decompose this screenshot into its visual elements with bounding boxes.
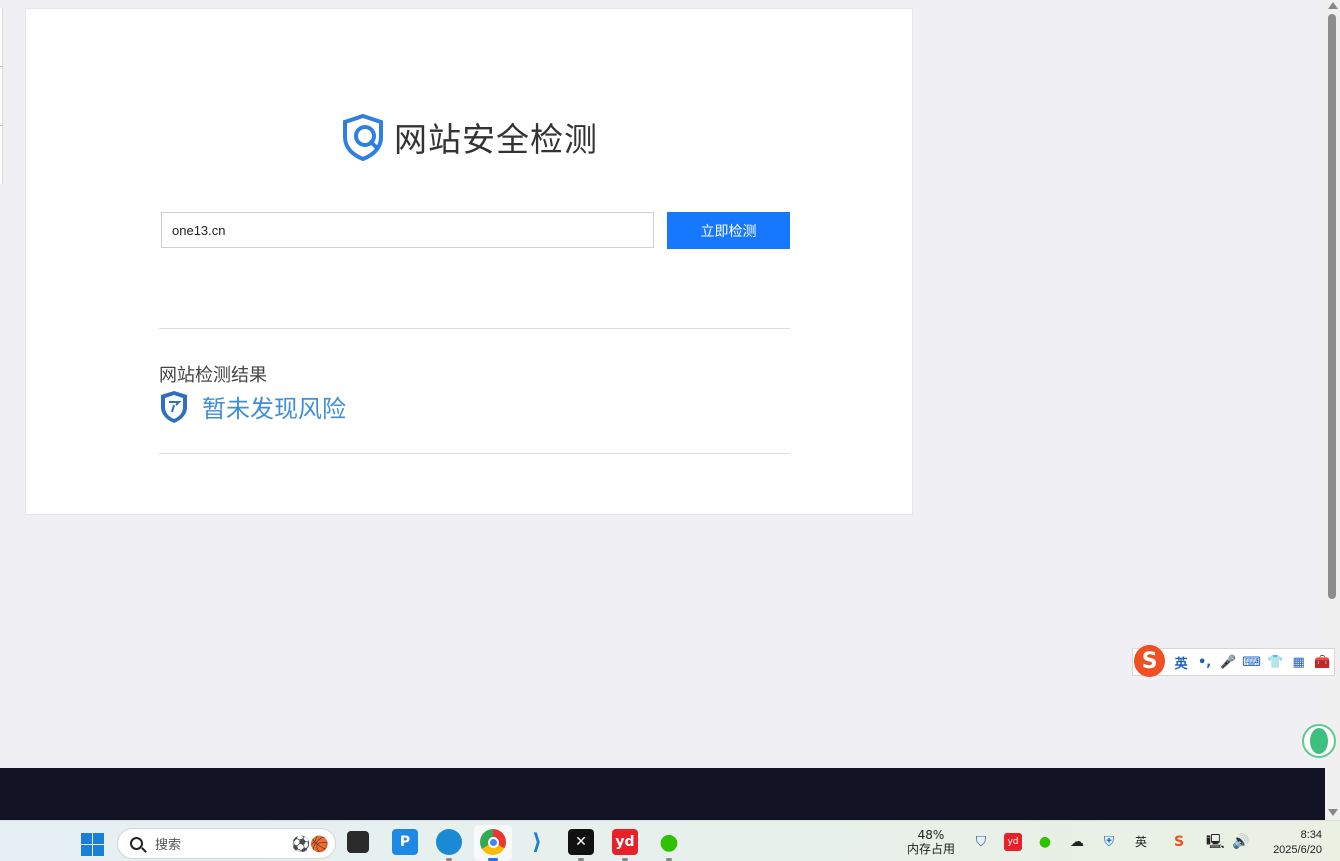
- clock-time: 8:34: [1300, 829, 1322, 841]
- capcut-icon[interactable]: ✕: [568, 829, 594, 855]
- result-status-row: 暂未发现风险: [159, 389, 346, 424]
- microphone-icon[interactable]: 🎤: [1216, 655, 1240, 670]
- security-shield-tray-icon[interactable]: ⛉: [972, 833, 990, 851]
- domain-input[interactable]: [161, 212, 654, 248]
- scroll-thumb[interactable]: [1328, 14, 1336, 599]
- floating-assistant-icon[interactable]: [1302, 724, 1336, 758]
- divider-bottom: [159, 453, 790, 454]
- toolbox-icon[interactable]: 🧰: [1310, 655, 1334, 670]
- sports-balls-icon: ⚽🏀: [291, 836, 329, 853]
- defender-tray-icon[interactable]: ⛨: [1100, 833, 1118, 851]
- page-title: 网站安全检测: [394, 120, 598, 159]
- cloud-sync-tray-icon[interactable]: ☁: [1068, 833, 1086, 851]
- site-logo: 网站安全检测: [340, 111, 598, 163]
- ime-punctuation-toggle[interactable]: •,: [1193, 655, 1217, 670]
- shield-check-icon: [161, 390, 187, 423]
- clock-date: 2025/6/20: [1273, 844, 1322, 856]
- vscode-icon[interactable]: ⟩: [524, 829, 550, 855]
- taskbar-search-placeholder: 搜索: [155, 838, 182, 853]
- system-clock[interactable]: 8:34 2025/6/20: [1262, 828, 1322, 858]
- youdao-tray-icon[interactable]: yd: [1004, 833, 1022, 851]
- ime-toolbar[interactable]: S 英 •, 🎤 ⌨ 👕 ▦ 🧰: [1132, 645, 1335, 677]
- sogou-tray-icon[interactable]: S: [1170, 833, 1188, 851]
- dark-panel: [0, 768, 1325, 820]
- taskbar-search[interactable]: 搜索 ⚽🏀: [117, 828, 336, 859]
- volume-tray-icon[interactable]: 🔊: [1232, 833, 1250, 851]
- memory-percent: 48%: [917, 828, 945, 842]
- result-status: 暂未发现风险: [202, 395, 346, 423]
- page-scrollbar[interactable]: [1325, 0, 1340, 820]
- file-manager-icon[interactable]: [347, 831, 369, 853]
- windows-start-icon[interactable]: [81, 833, 104, 856]
- memory-usage[interactable]: 48% 内存占用: [903, 828, 959, 856]
- skin-icon[interactable]: 👕: [1263, 655, 1287, 670]
- sogou-logo-icon[interactable]: S: [1134, 645, 1166, 677]
- shield-search-icon: [343, 113, 383, 161]
- memory-label: 内存占用: [906, 842, 955, 856]
- scroll-down-icon[interactable]: [1328, 809, 1338, 816]
- main-card: 网站安全检测 立即检测 网站检测结果 暂未发现风险: [25, 8, 913, 515]
- ime-mode-toggle[interactable]: 英: [1169, 653, 1193, 672]
- youdao-icon[interactable]: yd: [612, 829, 638, 855]
- taskbar: 搜索 ⚽🏀 P ⟩ ✕ yd ● 48% 内存占用 ⛉ yd ● ☁ ⛨ 英 S…: [0, 820, 1340, 861]
- left-panel-edge: [0, 8, 3, 184]
- divider-top: [159, 328, 790, 329]
- chrome-icon[interactable]: [480, 829, 506, 855]
- edge-icon[interactable]: [436, 829, 462, 855]
- wechat-icon[interactable]: ●: [656, 829, 682, 855]
- wechat-tray-icon[interactable]: ●: [1036, 833, 1054, 851]
- detect-button[interactable]: 立即检测: [667, 212, 790, 249]
- p-app-icon[interactable]: P: [392, 829, 418, 855]
- search-icon: [130, 837, 143, 850]
- grid-icon[interactable]: ▦: [1287, 655, 1311, 670]
- network-tray-icon[interactable]: 🖳: [1206, 833, 1225, 851]
- ime-tray-icon[interactable]: 英: [1132, 833, 1150, 851]
- result-heading: 网站检测结果: [159, 365, 267, 386]
- keyboard-icon[interactable]: ⌨: [1240, 655, 1264, 670]
- scroll-up-icon[interactable]: [1328, 2, 1338, 9]
